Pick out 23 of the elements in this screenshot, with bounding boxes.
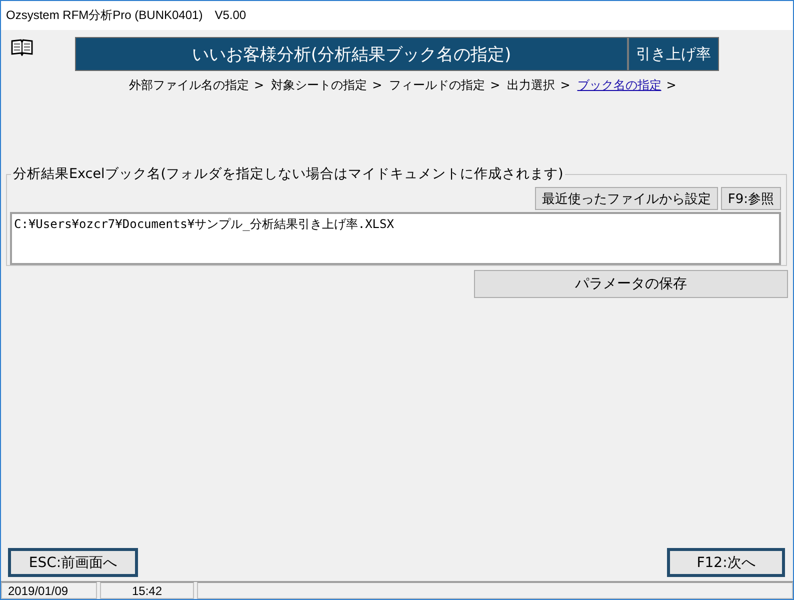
breadcrumb-separator: > (490, 78, 500, 92)
breadcrumb-step[interactable]: 外部ファイル名の指定 (129, 76, 249, 94)
breadcrumb-separator: > (560, 78, 570, 92)
save-button[interactable]: パラメータの保存 (474, 270, 788, 298)
file-button[interactable]: 最近使ったファイルから設定 (534, 187, 718, 210)
breadcrumb-step[interactable]: 対象シートの指定 (271, 76, 368, 94)
screen-title: いいお客様分析(分析結果ブック名の指定) (76, 38, 629, 70)
breadcrumb-step[interactable]: ブック名の指定 (577, 76, 662, 94)
mode-label: 引き上げ率 (635, 44, 712, 64)
back-button[interactable]: ESC:前画面へ (8, 548, 138, 577)
breadcrumb-separator: > (666, 78, 676, 92)
window-title: Ozsystem RFM分析Pro (BUNK0401) V5.00 (6, 7, 246, 24)
book-icon[interactable] (11, 38, 33, 56)
group-label: 分析結果Excelブック名(フォルダを指定しない場合はマイドキュメントに作成されます) (11, 165, 566, 183)
file-button[interactable]: F9:参照 (720, 187, 781, 210)
breadcrumb-separator: > (372, 78, 382, 92)
breadcrumb-separator: > (254, 78, 264, 92)
breadcrumb-step[interactable]: フィールドの指定 (389, 76, 486, 94)
status-text: 2019/01/09 (1, 582, 97, 599)
status-text: 15:42 (100, 582, 194, 599)
next-button[interactable]: F12:次へ (667, 548, 785, 577)
breadcrumb-step[interactable]: 出力選択 (507, 76, 556, 94)
path-field[interactable]: C:¥Users¥ozcr7¥Documents¥サンプル_分析結果引き上げ率.XLSX (10, 212, 781, 265)
